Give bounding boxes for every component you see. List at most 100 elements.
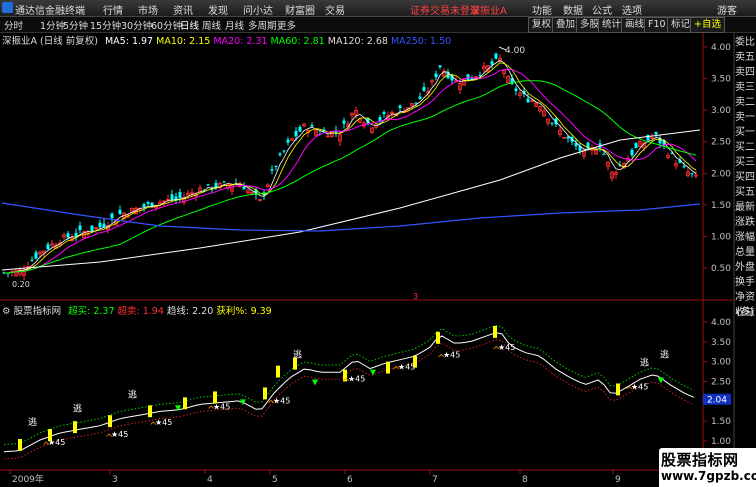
candle-body-down <box>550 122 554 124</box>
signal-bar <box>183 397 187 410</box>
indicator-axis-label: 3.50 <box>711 338 731 348</box>
candle-body-down <box>526 98 530 103</box>
sidebar-item[interactable]: 买二 <box>734 140 756 155</box>
star-signal: ★45 <box>498 343 515 352</box>
sidebar-item[interactable]: 卖二 <box>734 95 756 110</box>
time-axis-label: 2009年 <box>12 473 44 485</box>
candle-body-down <box>34 252 38 259</box>
candle-body-down <box>342 120 346 124</box>
sidebar-item[interactable]: 涨幅 <box>734 230 756 245</box>
kline-chart[interactable]: 4.00 3.50 3.00 2.50 2.00 1.50 1.00 0.50 4.00 3.50… <box>0 0 756 487</box>
candle-body-down <box>418 96 422 100</box>
ma5-line <box>4 60 697 274</box>
candle-body-up <box>326 135 330 138</box>
sidebar-item[interactable]: 总量 <box>734 245 756 260</box>
star-signal: ★45 <box>631 382 648 391</box>
price-axis-label: 4.00 <box>711 43 731 53</box>
sell-arrow-icon <box>312 379 318 386</box>
signal-bar <box>263 387 267 400</box>
signal-bar <box>386 361 390 374</box>
indicator-axis-label: 1.00 <box>711 437 731 447</box>
sidebar-item[interactable]: 涨跌 <box>734 215 756 230</box>
price-axis-label: 3.00 <box>711 106 731 116</box>
escape-signal: 逃 <box>128 388 137 400</box>
star-signal: ★45 <box>273 396 290 405</box>
sidebar-item[interactable]: 委比 <box>734 35 756 50</box>
sidebar-item[interactable]: 买一 <box>734 125 756 140</box>
candle-body-down <box>278 153 282 156</box>
candle-body-down <box>30 259 34 261</box>
sidebar-item[interactable]: 外盘 <box>734 260 756 275</box>
sidebar-item[interactable]: 买五 <box>734 185 756 200</box>
candle-body-down <box>422 87 426 91</box>
time-axis-label: 5 <box>272 475 278 485</box>
candle-body-down <box>310 125 314 127</box>
watermark-line2: www.7gpzb.com <box>661 469 756 483</box>
candle-body-down <box>66 233 70 238</box>
price-axis-label: 0.50 <box>711 264 731 274</box>
time-axis-label: 8 <box>522 475 528 485</box>
candle-body-down <box>98 222 102 228</box>
sidebar-item[interactable]: 买三 <box>734 155 756 170</box>
indicator-axis-label: 4.00 <box>711 318 731 328</box>
sidebar-bottom-label: (多) <box>736 307 754 318</box>
indicator-axis-label: 3.00 <box>711 358 731 368</box>
time-axis-label: 3 <box>112 475 118 485</box>
candle-body-down <box>178 192 182 199</box>
high-price-annotation: 4.00 <box>505 46 525 56</box>
candle-body-down <box>382 111 386 115</box>
sidebar-item[interactable]: 卖五 <box>734 50 756 65</box>
sell-arrow-icon <box>370 369 376 376</box>
ma20-line <box>4 68 697 274</box>
candle-body-down <box>634 143 638 148</box>
candle-body-down <box>118 209 122 215</box>
ma120-line <box>1 129 701 271</box>
star-signal: ★45 <box>155 418 172 427</box>
candle-body-down <box>494 53 498 59</box>
signal-bar <box>73 421 77 434</box>
indicator-axis-label: 1.50 <box>711 417 731 427</box>
candle-body-down <box>514 88 518 92</box>
candle-body-down <box>690 173 694 175</box>
sell-arrow-icon <box>658 377 664 384</box>
candle-body-down <box>414 102 418 104</box>
star-signal: ★45 <box>398 363 415 372</box>
sidebar-item[interactable]: 换手 <box>734 275 756 290</box>
candle-body-down <box>646 135 650 141</box>
candle-body-down <box>102 223 106 228</box>
price-axis-label: 1.50 <box>711 201 731 211</box>
candle-body-down <box>142 204 146 208</box>
candle-body-down <box>146 202 150 204</box>
escape-signal: 逃 <box>660 349 669 361</box>
escape-signal: 逃 <box>73 402 82 414</box>
price-axis-label: 3.50 <box>711 75 731 85</box>
candle-body-down <box>78 225 82 231</box>
candle-body-down <box>282 150 286 152</box>
time-axis-label: 9 <box>615 475 621 485</box>
candle-body-down <box>170 194 174 201</box>
time-axis-label: 4 <box>207 475 213 485</box>
candle-body-down <box>398 105 402 109</box>
candle-body-down <box>286 139 290 143</box>
signal-bar <box>18 439 22 451</box>
low-price-annotation: 0.20 <box>12 280 30 289</box>
signal-bar <box>276 365 280 378</box>
ma60-line <box>4 80 697 274</box>
escape-signal: 逃 <box>293 349 302 361</box>
sidebar-item[interactable]: 买四 <box>734 170 756 185</box>
indicator-axis-label: 2.50 <box>711 378 731 388</box>
candle-body-down <box>90 225 94 232</box>
candle-body-down <box>294 130 298 137</box>
candle-body-down <box>274 165 278 167</box>
time-axis-label: 7 <box>432 475 438 485</box>
candle-body-down <box>298 126 302 132</box>
candle-body-down <box>110 213 114 219</box>
sidebar-item[interactable]: 卖三 <box>734 80 756 95</box>
sidebar-item[interactable]: 卖四 <box>734 65 756 80</box>
star-signal: ★45 <box>348 375 365 384</box>
signal-bar <box>493 325 497 338</box>
sidebar-item[interactable]: 卖一 <box>734 110 756 125</box>
sidebar-item[interactable]: 最新 <box>734 200 756 215</box>
candle-body-down <box>206 184 210 186</box>
candle-body-down <box>438 65 442 68</box>
